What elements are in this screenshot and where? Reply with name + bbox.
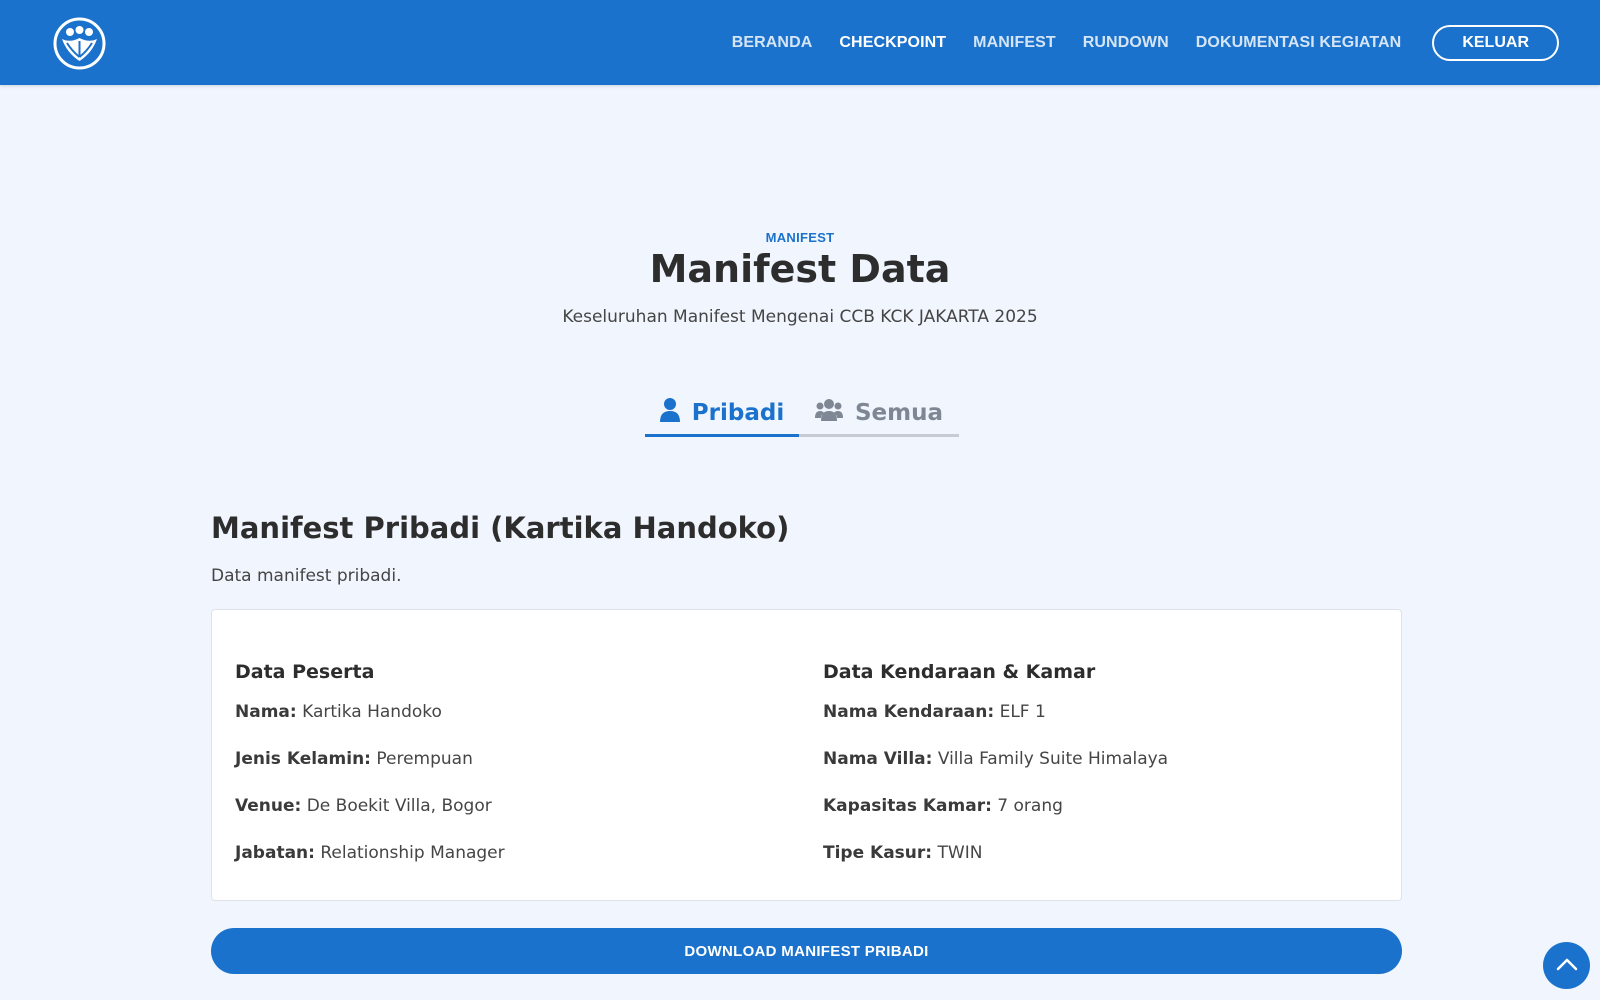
field-label: Nama Villa: bbox=[823, 749, 933, 769]
page-title: Manifest Data bbox=[649, 247, 951, 291]
chevron-up-icon bbox=[1556, 956, 1578, 975]
vehicle-room-title: Data Kendaraan & Kamar bbox=[823, 661, 1096, 683]
room-row-bed-type: Tipe Kasur: TWIN bbox=[823, 843, 1168, 890]
field-value: Perempuan bbox=[376, 749, 473, 769]
field-value: ELF 1 bbox=[999, 702, 1046, 722]
field-value: Relationship Manager bbox=[320, 843, 505, 863]
participant-data-column: Data Peserta Nama: Kartika Handoko Jenis… bbox=[235, 661, 505, 890]
scroll-to-top-button[interactable] bbox=[1543, 942, 1590, 989]
field-label: Nama Kendaraan: bbox=[823, 702, 995, 722]
page-subtitle: Keseluruhan Manifest Mengenai CCB KCK JA… bbox=[562, 307, 1038, 327]
nav-item-manifest[interactable]: MANIFEST bbox=[973, 34, 1056, 52]
field-label: Jenis Kelamin: bbox=[235, 749, 371, 769]
nav-item-checkpoint[interactable]: CHECKPOINT bbox=[839, 34, 946, 52]
tab-pribadi[interactable]: Pribadi bbox=[645, 391, 799, 437]
vehicle-room-column: Data Kendaraan & Kamar Nama Kendaraan: E… bbox=[823, 661, 1168, 890]
nav-item-dokumentasi[interactable]: DOKUMENTASI KEGIATAN bbox=[1196, 34, 1402, 52]
field-value: Villa Family Suite Himalaya bbox=[937, 749, 1169, 769]
users-icon bbox=[814, 398, 855, 427]
personal-manifest-title: Manifest Pribadi (Kartika Handoko) bbox=[211, 511, 790, 545]
field-value: 7 orang bbox=[997, 796, 1063, 816]
participant-data-title: Data Peserta bbox=[235, 661, 375, 683]
field-label: Jabatan: bbox=[235, 843, 315, 863]
vehicle-row-name: Nama Kendaraan: ELF 1 bbox=[823, 702, 1168, 749]
participant-row-venue: Venue: De Boekit Villa, Bogor bbox=[235, 796, 505, 843]
nav-item-rundown[interactable]: RUNDOWN bbox=[1083, 34, 1169, 52]
manifest-tabs: Pribadi Semua bbox=[645, 391, 959, 437]
tab-semua[interactable]: Semua bbox=[799, 391, 959, 437]
personal-manifest-description: Data manifest pribadi. bbox=[211, 566, 402, 586]
section-eyebrow: MANIFEST bbox=[765, 230, 835, 245]
field-value: Kartika Handoko bbox=[302, 702, 442, 722]
people-circle-logo-icon[interactable] bbox=[53, 17, 106, 70]
field-value: TWIN bbox=[937, 843, 983, 863]
main-nav: BERANDA CHECKPOINT MANIFEST RUNDOWN DOKU… bbox=[705, 25, 1559, 61]
participant-row-gender: Jenis Kelamin: Perempuan bbox=[235, 749, 505, 796]
download-manifest-button[interactable]: DOWNLOAD MANIFEST PRIBADI bbox=[211, 928, 1402, 974]
room-row-capacity: Kapasitas Kamar: 7 orang bbox=[823, 796, 1168, 843]
top-navbar: BERANDA CHECKPOINT MANIFEST RUNDOWN DOKU… bbox=[0, 0, 1600, 85]
participant-row-position: Jabatan: Relationship Manager bbox=[235, 843, 505, 890]
user-icon bbox=[659, 397, 692, 428]
field-label: Venue: bbox=[235, 796, 302, 816]
field-label: Nama: bbox=[235, 702, 297, 722]
field-label: Tipe Kasur: bbox=[823, 843, 933, 863]
tab-label: Pribadi bbox=[691, 399, 785, 426]
field-value: De Boekit Villa, Bogor bbox=[306, 796, 492, 816]
villa-row-name: Nama Villa: Villa Family Suite Himalaya bbox=[823, 749, 1168, 796]
manifest-card: Data Peserta Nama: Kartika Handoko Jenis… bbox=[211, 609, 1402, 901]
field-label: Kapasitas Kamar: bbox=[823, 796, 992, 816]
nav-item-beranda[interactable]: BERANDA bbox=[732, 34, 813, 52]
logout-button[interactable]: KELUAR bbox=[1432, 25, 1559, 61]
participant-row-name: Nama: Kartika Handoko bbox=[235, 702, 505, 749]
tab-label: Semua bbox=[854, 399, 944, 426]
